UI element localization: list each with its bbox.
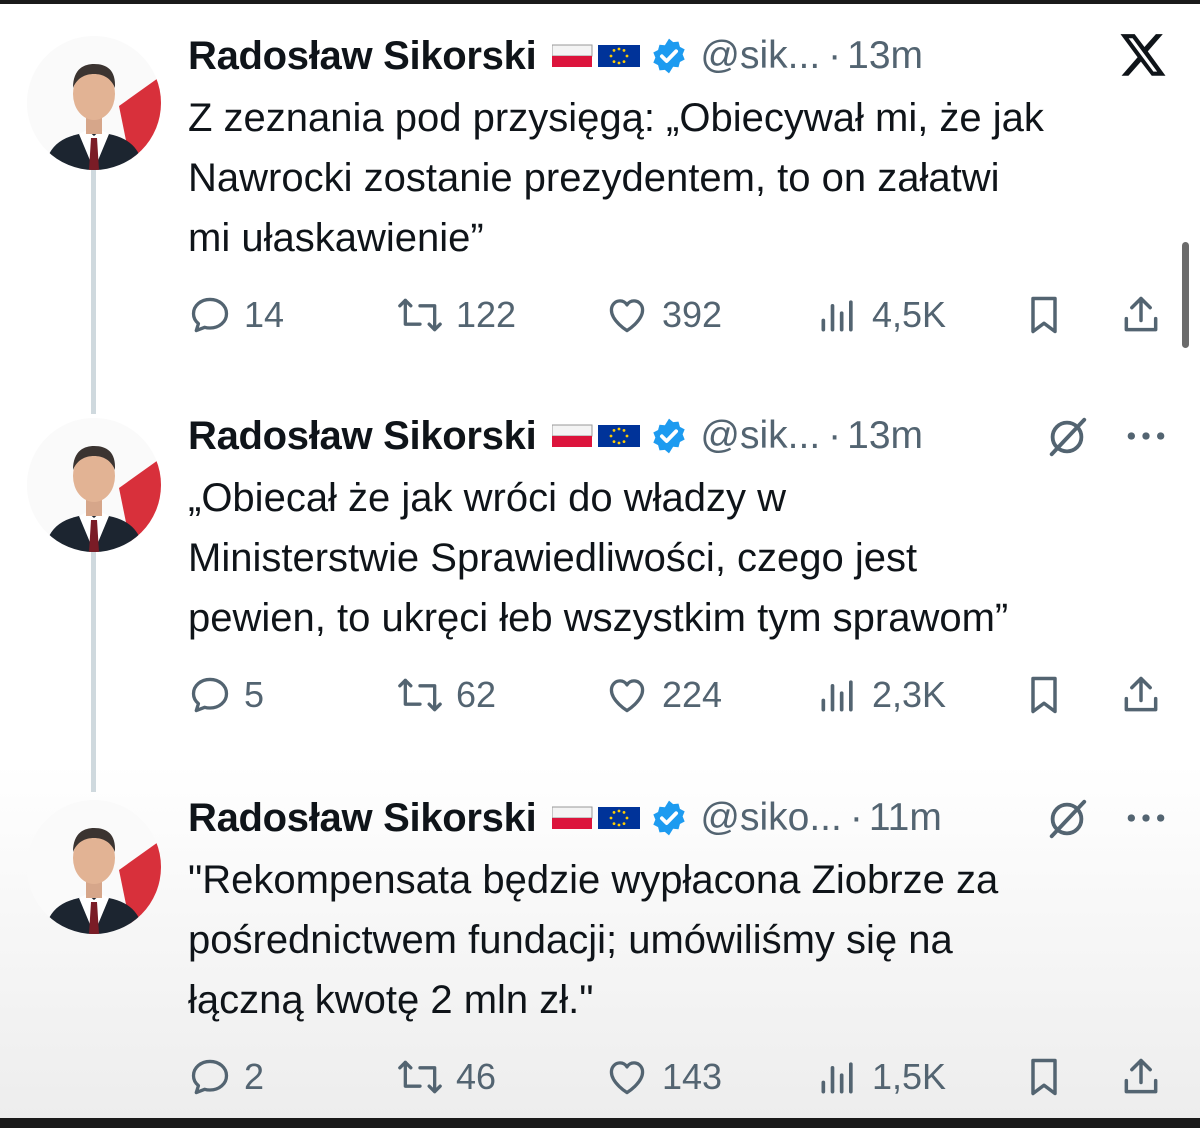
- reply-icon: [191, 297, 229, 333]
- tweet[interactable]: Radosław Sikorski: [0, 406, 1200, 736]
- screenshot-frame: Radosław Sikorski @sik... · 13m Z zeznan…: [0, 4, 1200, 1118]
- share-button[interactable]: [1118, 290, 1164, 340]
- avatar[interactable]: [27, 36, 161, 170]
- reply-count: 5: [244, 674, 265, 715]
- share-icon: [1124, 1058, 1158, 1094]
- author-name[interactable]: Radosław Sikorski: [188, 414, 537, 459]
- poland-eu-flags-icon: [552, 422, 641, 450]
- separator-dot: ·: [828, 414, 842, 457]
- author-handle[interactable]: @sik...: [700, 414, 820, 458]
- repost-count: 62: [456, 674, 497, 715]
- like-count: 224: [662, 674, 723, 715]
- heart-icon: [609, 299, 645, 333]
- author-handle[interactable]: @siko...: [700, 796, 841, 840]
- repost-count: 46: [456, 1056, 497, 1097]
- action-bar: 2 46 143 1,5K: [188, 1052, 1178, 1102]
- author-handle[interactable]: @sik...: [700, 34, 820, 78]
- tweet-header: Radosław Sikorski: [188, 406, 923, 466]
- views-button[interactable]: 4,5K: [816, 290, 946, 340]
- timestamp[interactable]: 13m: [847, 34, 923, 78]
- like-count: 143: [662, 1056, 723, 1097]
- bookmark-icon: [1031, 1058, 1057, 1096]
- separator-dot: ·: [828, 34, 842, 77]
- timestamp[interactable]: 13m: [847, 414, 923, 458]
- view-count: 4,5K: [872, 294, 947, 335]
- more-icon[interactable]: [1124, 804, 1168, 832]
- repost-button[interactable]: 62: [396, 670, 496, 720]
- author-name[interactable]: Radosław Sikorski: [188, 34, 537, 79]
- reply-count: 14: [244, 294, 285, 335]
- view-count: 2,3K: [872, 674, 947, 715]
- repost-count: 122: [456, 294, 517, 335]
- reply-button[interactable]: 5: [188, 670, 264, 720]
- verified-badge-icon: [650, 417, 688, 455]
- tweet-text: Z zeznania pod przysięgą: „Obiecywał mi,…: [188, 96, 1044, 260]
- views-button[interactable]: 2,3K: [816, 670, 946, 720]
- views-icon: [821, 680, 853, 712]
- repost-icon: [398, 678, 442, 712]
- scrollbar[interactable]: [1182, 242, 1189, 348]
- poland-eu-flags-icon: [552, 42, 641, 70]
- reply-icon: [191, 1059, 229, 1095]
- share-button[interactable]: [1118, 1052, 1164, 1102]
- bookmark-button[interactable]: [1022, 670, 1066, 720]
- bookmark-icon: [1031, 676, 1057, 714]
- verified-badge-icon: [650, 799, 688, 837]
- grok-icon[interactable]: [1044, 796, 1090, 842]
- reply-button[interactable]: 14: [188, 290, 284, 340]
- like-button[interactable]: 224: [604, 670, 722, 720]
- heart-icon: [609, 679, 645, 713]
- grok-icon[interactable]: [1044, 414, 1090, 460]
- tweet-header: Radosław Sikorski: [188, 26, 923, 86]
- tweet-text: „Obiecał że jak wróci do władzy w Minist…: [188, 476, 1009, 640]
- action-bar: 5 62 224 2,3K: [188, 670, 1178, 720]
- separator-dot: ·: [849, 796, 863, 839]
- more-icon[interactable]: [1124, 422, 1168, 450]
- reply-button[interactable]: 2: [188, 1052, 264, 1102]
- verified-badge-icon: [650, 37, 688, 75]
- repost-icon: [398, 1060, 442, 1094]
- tweet-text: "Rekompensata będzie wypłacona Ziobrze z…: [188, 858, 999, 1022]
- x-logo-icon[interactable]: [1118, 32, 1168, 80]
- action-bar: 14 122 392 4,5K: [188, 290, 1178, 340]
- like-count: 392: [662, 294, 723, 335]
- like-button[interactable]: 392: [604, 290, 722, 340]
- tweet[interactable]: Radosław Sikorski: [0, 26, 1200, 356]
- view-count: 1,5K: [872, 1056, 947, 1097]
- tweet-header: Radosław Sikorski: [188, 788, 942, 848]
- tweet[interactable]: Radosław Sikorski: [0, 788, 1200, 1118]
- avatar[interactable]: [27, 800, 161, 934]
- repost-icon: [398, 298, 442, 332]
- poland-eu-flags-icon: [552, 804, 641, 832]
- author-name[interactable]: Radosław Sikorski: [188, 796, 537, 841]
- bookmark-button[interactable]: [1022, 1052, 1066, 1102]
- repost-button[interactable]: 122: [396, 290, 516, 340]
- repost-button[interactable]: 46: [396, 1052, 496, 1102]
- reply-icon: [191, 677, 229, 713]
- bookmark-button[interactable]: [1022, 290, 1066, 340]
- bookmark-icon: [1031, 296, 1057, 334]
- reply-count: 2: [244, 1056, 265, 1097]
- views-button[interactable]: 1,5K: [816, 1052, 946, 1102]
- views-icon: [821, 300, 853, 332]
- avatar[interactable]: [27, 418, 161, 552]
- share-button[interactable]: [1118, 670, 1164, 720]
- share-icon: [1124, 296, 1158, 332]
- like-button[interactable]: 143: [604, 1052, 722, 1102]
- timestamp[interactable]: 11m: [869, 796, 942, 840]
- heart-icon: [609, 1061, 645, 1095]
- views-icon: [821, 1062, 853, 1094]
- share-icon: [1124, 676, 1158, 712]
